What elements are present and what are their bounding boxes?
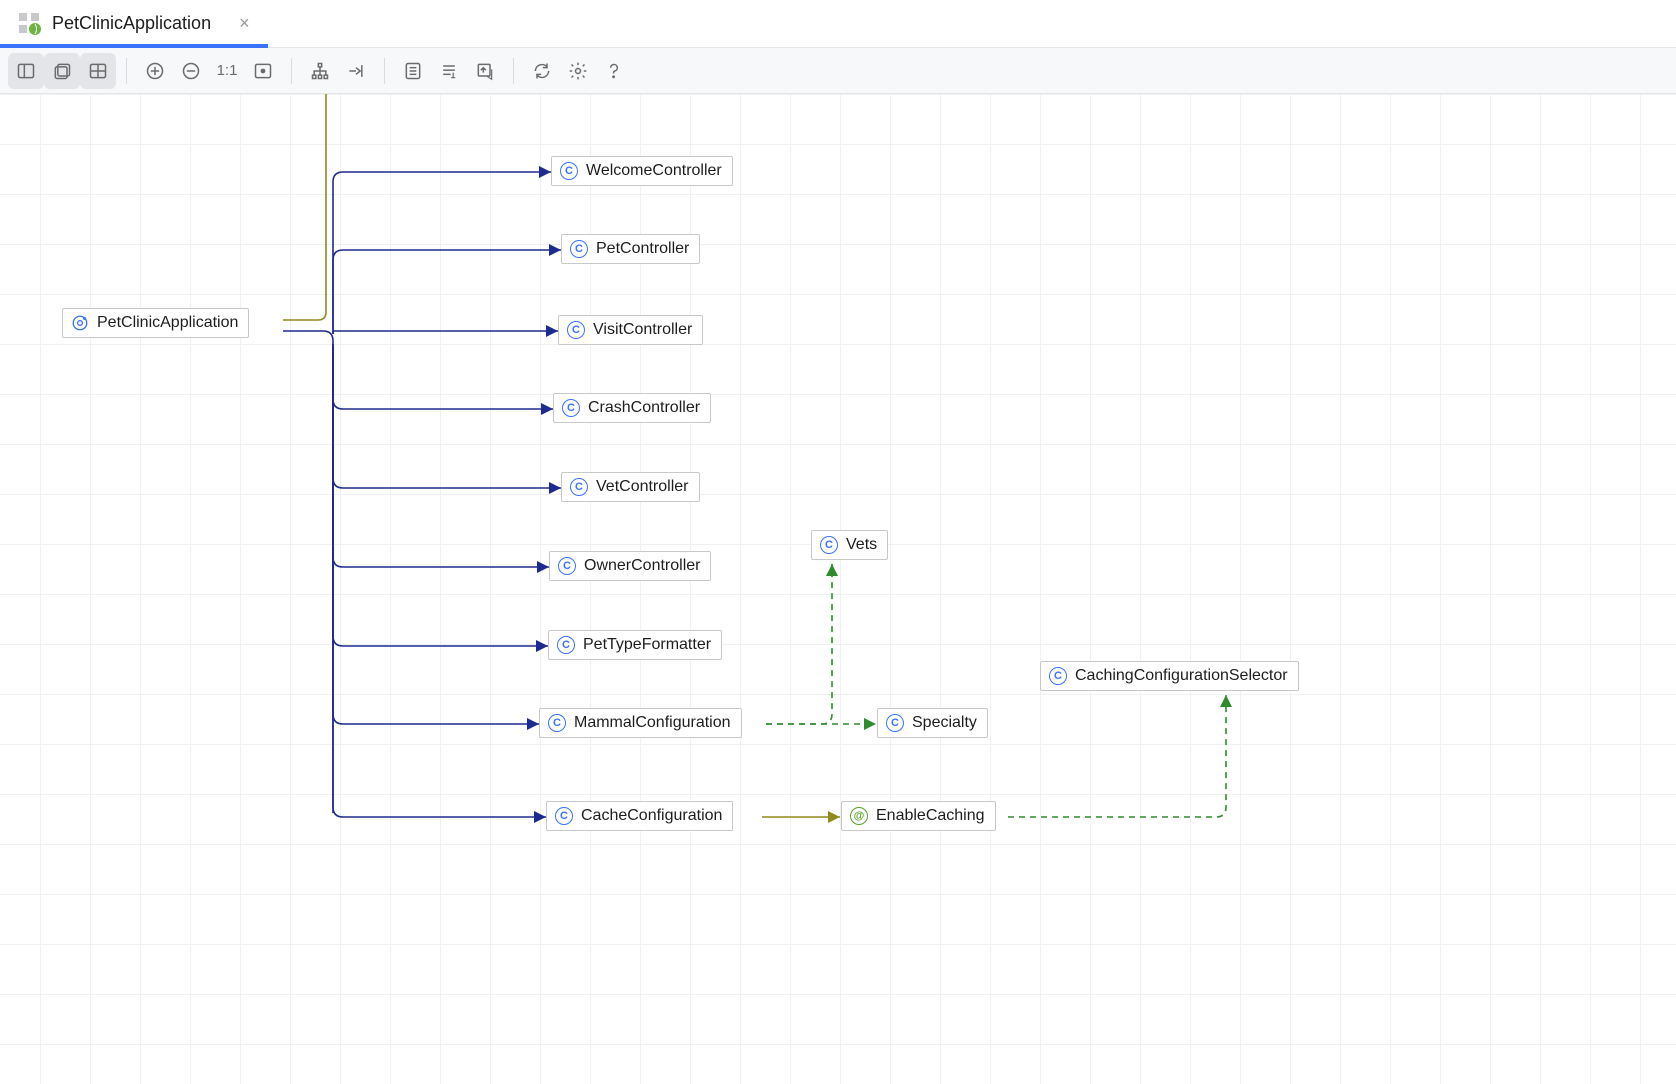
zoom-in-button[interactable]	[137, 53, 173, 89]
node-petcontroller[interactable]: C PetController	[561, 234, 700, 264]
show-list-button[interactable]	[395, 53, 431, 89]
node-label: EnableCaching	[876, 807, 985, 825]
node-label: CachingConfigurationSelector	[1075, 667, 1288, 685]
editor-tab-bar: PetClinicApplication ×	[0, 0, 1676, 48]
node-welcomecontroller[interactable]: C WelcomeController	[551, 156, 733, 186]
node-cachingconfigurationselector[interactable]: C CachingConfigurationSelector	[1040, 661, 1299, 691]
node-petclinicapplication[interactable]: PetClinicApplication	[62, 308, 249, 338]
node-label: MammalConfiguration	[574, 714, 731, 732]
refresh-button[interactable]	[524, 53, 560, 89]
class-icon: C	[560, 162, 578, 180]
node-label: CrashController	[588, 399, 700, 417]
help-button[interactable]	[596, 53, 632, 89]
class-icon: C	[562, 399, 580, 417]
panel-stack-toggle[interactable]	[44, 53, 80, 89]
class-icon: C	[557, 636, 575, 654]
node-specialty[interactable]: C Specialty	[877, 708, 988, 738]
node-vets[interactable]: C Vets	[811, 530, 888, 560]
node-label: VetController	[596, 478, 689, 496]
node-label: CacheConfiguration	[581, 807, 722, 825]
diagram-canvas[interactable]: PetClinicApplication C WelcomeController…	[0, 94, 1676, 1084]
node-pettypeformatter[interactable]: C PetTypeFormatter	[548, 630, 722, 660]
node-crashcontroller[interactable]: C CrashController	[553, 393, 711, 423]
class-icon: C	[555, 807, 573, 825]
node-label: OwnerController	[584, 557, 700, 575]
class-icon: C	[1049, 667, 1067, 685]
route-edges-button[interactable]	[338, 53, 374, 89]
class-icon: C	[886, 714, 904, 732]
class-icon: C	[567, 321, 585, 339]
node-label: Specialty	[912, 714, 977, 732]
node-cacheconfiguration[interactable]: C CacheConfiguration	[546, 801, 733, 831]
node-vetcontroller[interactable]: C VetController	[561, 472, 700, 502]
spring-bean-diagram-icon	[18, 12, 42, 36]
node-label: PetController	[596, 240, 689, 258]
node-label: PetClinicApplication	[97, 314, 238, 332]
node-label: PetTypeFormatter	[583, 636, 711, 654]
diagram-toolbar: 1:1	[0, 48, 1676, 94]
class-icon: C	[570, 240, 588, 258]
fit-content-button[interactable]	[245, 53, 281, 89]
node-label: VisitController	[593, 321, 692, 339]
tab-petclinicapplication[interactable]: PetClinicApplication ×	[0, 0, 268, 47]
node-mammalconfiguration[interactable]: C MammalConfiguration	[539, 708, 742, 738]
class-icon: C	[570, 478, 588, 496]
node-label: WelcomeController	[586, 162, 722, 180]
node-enablecaching[interactable]: @ EnableCaching	[841, 801, 996, 831]
diagram-canvas-viewport[interactable]: PetClinicApplication C WelcomeController…	[0, 94, 1676, 1084]
class-icon: C	[558, 557, 576, 575]
layout-tree-button[interactable]	[302, 53, 338, 89]
tab-title: PetClinicApplication	[52, 13, 211, 34]
zoom-actual-button[interactable]: 1:1	[209, 53, 245, 89]
zoom-out-button[interactable]	[173, 53, 209, 89]
panel-left-toggle[interactable]	[8, 53, 44, 89]
node-visitcontroller[interactable]: C VisitController	[558, 315, 703, 345]
annotation-icon: @	[850, 807, 868, 825]
spring-root-icon	[71, 314, 89, 332]
panel-grid-toggle[interactable]	[80, 53, 116, 89]
node-ownercontroller[interactable]: C OwnerController	[549, 551, 711, 581]
edit-labels-button[interactable]	[431, 53, 467, 89]
diagram-edges	[0, 94, 1676, 1084]
settings-button[interactable]	[560, 53, 596, 89]
node-label: Vets	[846, 536, 877, 554]
class-icon: C	[548, 714, 566, 732]
export-button[interactable]	[467, 53, 503, 89]
close-tab-icon[interactable]: ×	[239, 13, 250, 34]
class-icon: C	[820, 536, 838, 554]
